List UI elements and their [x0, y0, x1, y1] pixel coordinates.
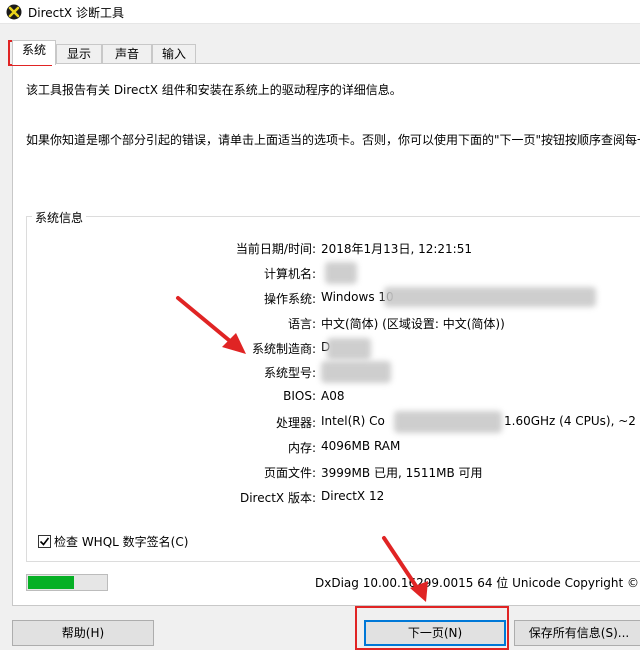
- annotation-arrow-shaft: [176, 296, 238, 348]
- annotation-arrows: [176, 296, 428, 602]
- tab-system[interactable]: 系统: [12, 40, 56, 65]
- annotation-arrow-shaft: [382, 536, 422, 594]
